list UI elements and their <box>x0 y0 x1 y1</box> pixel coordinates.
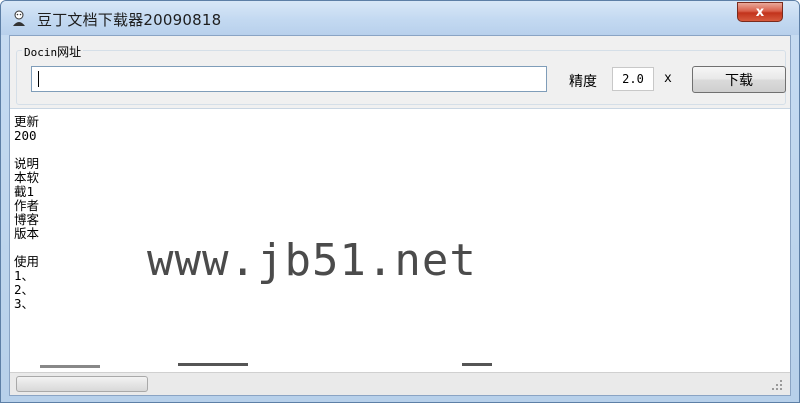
smudge-mark <box>40 365 100 368</box>
title-bar[interactable]: 豆丁文档下载器20090818 x <box>1 1 799 35</box>
smudge-mark <box>462 363 492 366</box>
close-icon: x <box>755 4 765 20</box>
multiplier-label: x <box>664 71 672 86</box>
log-line: 版本 <box>14 227 40 241</box>
url-label-prefix: Docin <box>24 46 58 59</box>
log-line: 本软 <box>14 171 40 185</box>
log-line: 截1 <box>14 185 35 199</box>
log-line: 作者 <box>14 199 40 213</box>
log-line: 3、 <box>14 297 35 311</box>
watermark-text: www.jb51.net <box>147 235 477 286</box>
text-caret <box>38 71 39 87</box>
app-window: 豆丁文档下载器20090818 x Docin网址 精度 2.0 x 下载 更新… <box>0 0 800 403</box>
download-button[interactable]: 下载 <box>692 66 786 93</box>
url-label-suffix: 网址 <box>57 45 82 59</box>
log-line: 1、 <box>14 269 35 283</box>
url-group-label: Docin网址 <box>22 43 84 60</box>
precision-input[interactable]: 2.0 <box>612 67 654 91</box>
precision-label: 精度 <box>569 74 597 90</box>
scrollbar-thumb[interactable] <box>16 376 148 392</box>
log-line: 更新 <box>14 115 40 129</box>
horizontal-scrollbar[interactable] <box>10 372 790 395</box>
window-title: 豆丁文档下载器20090818 <box>37 11 222 29</box>
close-button[interactable]: x <box>737 2 783 22</box>
smudge-mark <box>178 363 248 366</box>
url-groupbox: Docin网址 精度 2.0 x 下载 <box>16 43 786 107</box>
client-area: Docin网址 精度 2.0 x 下载 更新 200 说明 本软 截1 作者 博客 版本使用 1… <box>9 35 791 396</box>
log-line: 博客 <box>14 213 40 227</box>
log-line: 2、 <box>14 283 35 297</box>
log-textarea[interactable]: 更新 200 说明 本软 截1 作者 博客 版本使用 1、 2、 3、 www.jb51.net <box>10 108 790 372</box>
url-input[interactable] <box>31 66 547 92</box>
log-line: 200 <box>14 129 37 143</box>
resize-grip-icon[interactable] <box>770 378 784 392</box>
log-line: 说明 <box>14 157 40 171</box>
log-line: 使用 <box>14 255 40 269</box>
user-icon <box>13 10 25 26</box>
